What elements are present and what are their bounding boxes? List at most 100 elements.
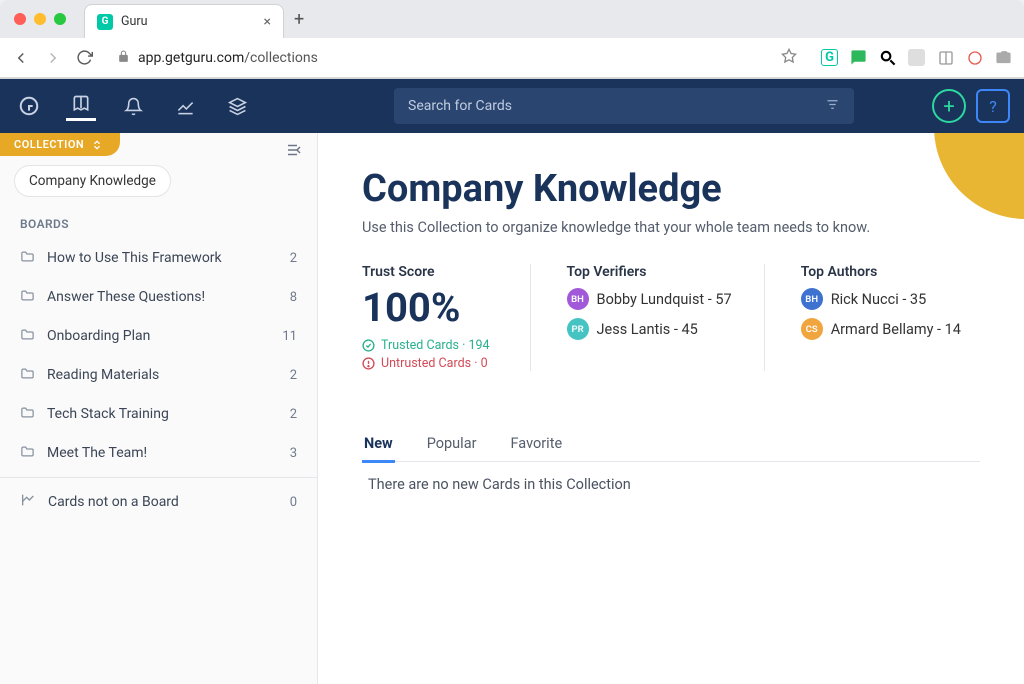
folder-icon <box>20 288 35 307</box>
nav-library-icon[interactable] <box>66 91 96 121</box>
top-verifiers-column: Top Verifiers BH Bobby Lundquist - 57 PR Je… <box>567 264 765 371</box>
folder-icon <box>20 366 35 385</box>
divider <box>0 477 317 478</box>
app-nav: Search for Cards + ? <box>0 79 1024 133</box>
board-label: Meet The Team! <box>47 444 290 463</box>
collection-name: Company Knowledge <box>29 173 156 189</box>
board-count: 2 <box>290 368 297 383</box>
person-row[interactable]: CS Armard Bellamy - 14 <box>801 318 961 340</box>
tab-popular[interactable]: Popular <box>425 427 479 461</box>
guru-ext-icon[interactable]: G <box>821 49 838 66</box>
avatar: BH <box>567 288 589 310</box>
search-ext-icon[interactable] <box>879 49 896 66</box>
board-label: Answer These Questions! <box>47 288 290 307</box>
person-text: Bobby Lundquist - 57 <box>597 291 732 308</box>
content-tabs: New Popular Favorite <box>362 427 980 462</box>
trusted-text: Trusted Cards · 194 <box>381 338 490 353</box>
url-box[interactable]: app.getguru.com/collections <box>107 43 807 73</box>
sidebar-item-unassigned[interactable]: Cards not on a Board 0 <box>0 482 317 522</box>
camera-ext-icon[interactable] <box>995 49 1012 66</box>
chat-ext-icon[interactable] <box>850 49 867 66</box>
new-tab-button[interactable]: + <box>294 9 304 30</box>
url-text: app.getguru.com/collections <box>138 50 318 66</box>
trust-label: Trust Score <box>362 264 490 280</box>
person-text: Jess Lantis - 45 <box>597 321 698 338</box>
trust-score-column: Trust Score 100% Trusted Cards · 194 Unt… <box>362 264 531 371</box>
sidebar: COLLECTION Company Knowledge BOARDS How … <box>0 133 318 684</box>
main: COLLECTION Company Knowledge BOARDS How … <box>0 133 1024 684</box>
square-ext-icon[interactable] <box>908 49 925 66</box>
star-icon[interactable] <box>781 48 797 68</box>
help-button[interactable]: ? <box>976 89 1010 123</box>
stats-row: Trust Score 100% Trusted Cards · 194 Unt… <box>362 264 980 371</box>
board-count: 2 <box>290 407 297 422</box>
board-count: 3 <box>290 446 297 461</box>
collection-tag[interactable]: COLLECTION <box>0 133 120 156</box>
sidebar-board-item[interactable]: Meet The Team!3 <box>0 434 317 473</box>
extension-icons: G <box>821 49 1012 66</box>
nav-notifications-icon[interactable] <box>118 91 148 121</box>
authors-label: Top Authors <box>801 264 961 280</box>
folder-icon <box>20 405 35 424</box>
minimize-window-button[interactable] <box>34 13 46 25</box>
sidebar-board-item[interactable]: How to Use This Framework2 <box>0 239 317 278</box>
browser-chrome: G Guru × + app.getguru.com/collections G <box>0 0 1024 79</box>
back-button[interactable] <box>12 49 30 67</box>
avatar: BH <box>801 288 823 310</box>
guru-logo-icon[interactable] <box>14 91 44 121</box>
maximize-window-button[interactable] <box>54 13 66 25</box>
sidebar-board-item[interactable]: Tech Stack Training2 <box>0 395 317 434</box>
lock-icon <box>117 48 130 67</box>
browser-tab[interactable]: G Guru × <box>84 4 284 38</box>
sidebar-board-item[interactable]: Onboarding Plan11 <box>0 317 317 356</box>
collection-tag-label: COLLECTION <box>14 138 84 151</box>
board-count: 2 <box>290 251 297 266</box>
person-row[interactable]: PR Jess Lantis - 45 <box>567 318 732 340</box>
trust-value: 100% <box>362 288 490 328</box>
nav-analytics-icon[interactable] <box>170 91 200 121</box>
person-row[interactable]: BH Rick Nucci - 35 <box>801 288 961 310</box>
folder-icon <box>20 327 35 346</box>
swirl-ext-icon[interactable] <box>966 49 983 66</box>
close-tab-icon[interactable]: × <box>264 14 271 30</box>
top-authors-column: Top Authors BH Rick Nucci - 35 CS Armard Be… <box>801 264 1001 371</box>
search-placeholder: Search for Cards <box>408 98 512 114</box>
tab-title: Guru <box>121 14 256 29</box>
board-label: Reading Materials <box>47 366 290 385</box>
search-input[interactable]: Search for Cards <box>394 88 854 124</box>
board-label: Tech Stack Training <box>47 405 290 424</box>
reload-button[interactable] <box>76 49 93 66</box>
board-label: Cards not on a Board <box>48 493 290 512</box>
collapse-sidebar-icon[interactable] <box>285 141 303 163</box>
content: Company Knowledge Use this Collection to… <box>318 133 1024 684</box>
unassigned-icon <box>20 492 36 512</box>
boards-header: BOARDS <box>0 211 317 239</box>
board-count: 11 <box>282 329 297 344</box>
tab-favorite[interactable]: Favorite <box>509 427 565 461</box>
tab-new[interactable]: New <box>362 427 395 463</box>
person-row[interactable]: BH Bobby Lundquist - 57 <box>567 288 732 310</box>
nav-layers-icon[interactable] <box>222 91 252 121</box>
folder-icon <box>20 444 35 463</box>
address-bar: app.getguru.com/collections G <box>0 38 1024 78</box>
person-text: Rick Nucci - 35 <box>831 291 927 308</box>
board-count: 8 <box>290 290 297 305</box>
avatar: PR <box>567 318 589 340</box>
close-window-button[interactable] <box>14 13 26 25</box>
empty-message: There are no new Cards in this Collectio… <box>362 462 980 507</box>
board-label: How to Use This Framework <box>47 249 290 268</box>
filter-icon[interactable] <box>825 97 840 116</box>
avatar: CS <box>801 318 823 340</box>
board-label: Onboarding Plan <box>47 327 282 346</box>
page-title: Company Knowledge <box>362 167 980 211</box>
add-button[interactable]: + <box>932 89 966 123</box>
collection-chip[interactable]: Company Knowledge <box>14 165 171 197</box>
forward-button[interactable] <box>44 49 62 67</box>
sidebar-board-item[interactable]: Answer These Questions!8 <box>0 278 317 317</box>
untrusted-cards: Untrusted Cards · 0 <box>362 356 490 371</box>
person-text: Armard Bellamy - 14 <box>831 321 961 338</box>
split-ext-icon[interactable] <box>937 49 954 66</box>
folder-icon <box>20 249 35 268</box>
verifiers-label: Top Verifiers <box>567 264 732 280</box>
sidebar-board-item[interactable]: Reading Materials2 <box>0 356 317 395</box>
